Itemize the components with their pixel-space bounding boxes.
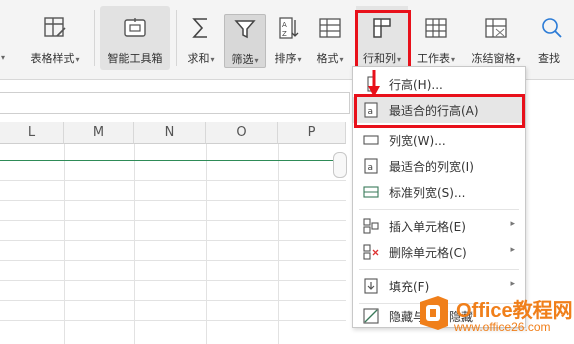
best-fit-column-width-icon: a	[363, 158, 379, 174]
sum-label: 求和	[187, 52, 210, 65]
column-header-L[interactable]: L	[0, 122, 64, 144]
svg-text:a: a	[368, 107, 374, 117]
smart-toolbox-label: 智能工具箱	[107, 52, 163, 65]
insert-cells-icon	[363, 218, 379, 234]
freeze-panes-button[interactable]: 冻结窗格▾	[466, 6, 526, 70]
search-icon	[540, 16, 564, 43]
menu-item-standard-column-width[interactable]: 标准列宽(S)...	[353, 179, 525, 205]
freeze-panes-icon	[484, 16, 508, 43]
filter-button[interactable]: 筛选▾	[224, 14, 266, 68]
submenu-arrow-icon: ▸	[510, 245, 515, 255]
table-style-button[interactable]: 表格样式▾	[22, 6, 88, 70]
sum-button[interactable]: 求和▾	[182, 6, 220, 70]
format-label: 格式	[316, 52, 339, 65]
find-label: 查找	[538, 52, 560, 65]
watermark: Office教程网 www.office26.com	[410, 292, 574, 342]
svg-text:a: a	[368, 163, 374, 173]
menu-item-insert-cells[interactable]: 插入单元格(E) ▸	[353, 213, 525, 239]
rows-columns-icon	[370, 16, 394, 43]
sort-label: 排序	[274, 52, 297, 65]
column-header-P[interactable]: P	[278, 122, 346, 144]
office-logo-icon	[414, 294, 452, 335]
hide-unhide-icon	[363, 308, 379, 324]
red-arrow-icon	[367, 70, 381, 101]
menu-item-column-width[interactable]: 列宽(W)...	[353, 127, 525, 153]
best-fit-row-height-icon: a	[363, 102, 379, 118]
menu-item-delete-cells[interactable]: 删除单元格(C) ▸	[353, 239, 525, 265]
formula-bar[interactable]	[0, 92, 350, 114]
svg-text:A: A	[282, 21, 287, 29]
worksheet-label: 工作表	[416, 52, 450, 65]
column-header-O[interactable]: O	[206, 122, 278, 144]
freeze-panes-label: 冻结窗格	[471, 52, 516, 65]
vertical-scrollbar[interactable]	[333, 152, 347, 178]
format-grid-icon	[318, 16, 342, 43]
smart-toolbox-button[interactable]: 智能工具箱	[100, 6, 170, 70]
delete-cells-icon	[363, 244, 379, 260]
svg-text:Z: Z	[282, 30, 287, 38]
table-style-icon	[43, 16, 67, 43]
selected-row-line	[0, 160, 345, 161]
table-style-label: 表格样式	[30, 52, 75, 65]
fill-icon	[363, 278, 379, 294]
submenu-arrow-icon: ▸	[510, 279, 515, 289]
find-button[interactable]: 查找	[532, 6, 574, 70]
toolbox-icon	[122, 16, 148, 43]
sigma-icon	[190, 16, 212, 43]
column-header-M[interactable]: M	[64, 122, 134, 144]
sort-button[interactable]: AZ 排序▾	[268, 6, 308, 70]
watermark-url: www.office26.com	[454, 320, 551, 334]
standard-column-width-icon	[363, 184, 379, 200]
rows-columns-menu: 行高(H)... a 最适合的行高(A) 列宽(W)... a 最适合的列宽(I…	[352, 66, 526, 328]
funnel-icon	[233, 17, 257, 44]
submenu-arrow-icon: ▸	[510, 219, 515, 229]
worksheet-icon	[424, 16, 448, 43]
menu-item-best-fit-column-width[interactable]: a 最适合的列宽(I)	[353, 153, 525, 179]
overflow-dropdown-button[interactable]: ▾	[0, 6, 8, 70]
worksheet-button[interactable]: 工作表▾	[412, 6, 460, 70]
sort-az-icon: AZ	[277, 16, 299, 43]
format-button[interactable]: 格式▾	[310, 6, 350, 70]
watermark-title: Office教程网	[456, 300, 573, 322]
rows-columns-button[interactable]: 行和列▾	[356, 6, 408, 70]
column-width-icon	[363, 132, 379, 148]
column-header-N[interactable]: N	[134, 122, 206, 144]
filter-label: 筛选	[231, 53, 254, 66]
rows-columns-label: 行和列	[362, 52, 396, 65]
